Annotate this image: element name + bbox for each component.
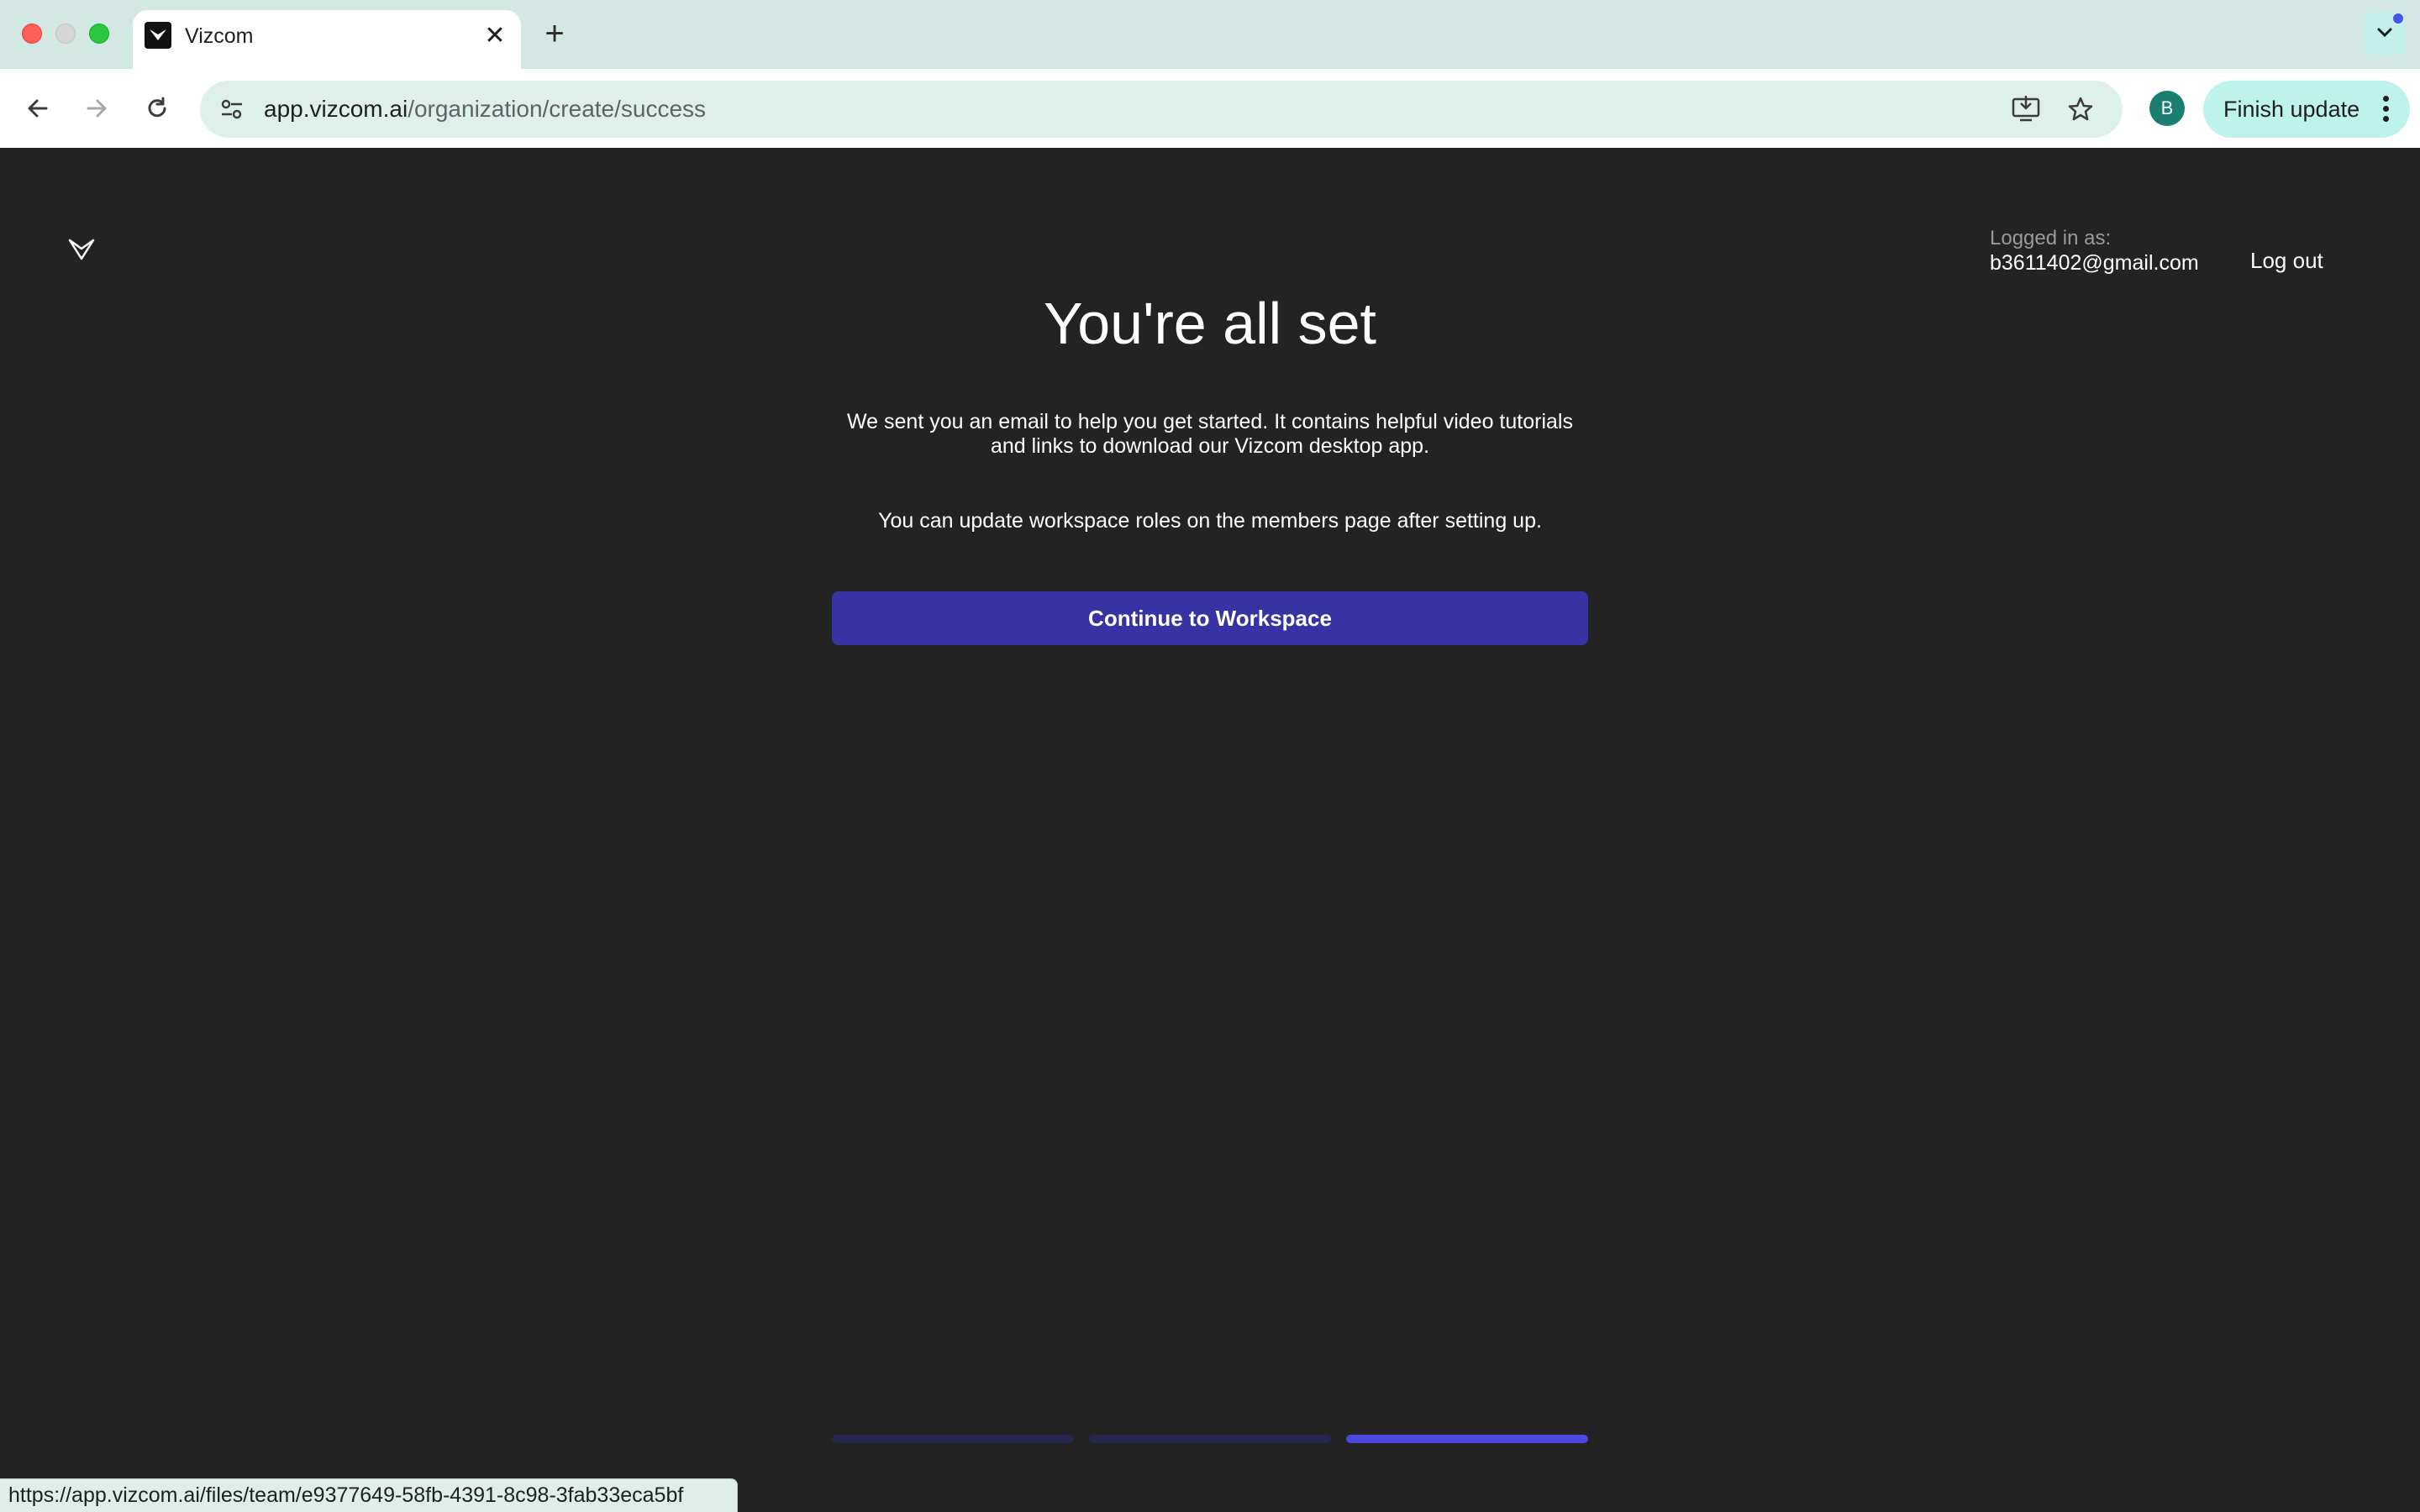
- bookmark-button[interactable]: [2064, 92, 2097, 126]
- finish-update-label: Finish update: [2223, 97, 2360, 122]
- tab-close-icon[interactable]: ✕: [481, 22, 509, 50]
- progress-step-1: [832, 1435, 1074, 1443]
- vizcom-logo-icon[interactable]: [67, 237, 96, 262]
- reload-icon: [148, 97, 166, 118]
- arrow-left-icon: [28, 99, 48, 118]
- account-email: b3611402@gmail.com: [1990, 251, 2199, 275]
- arrow-right-icon: [87, 99, 107, 118]
- finish-update-button[interactable]: Finish update: [2203, 81, 2410, 138]
- address-bar[interactable]: app.vizcom.ai/organization/create/succes…: [200, 81, 2123, 138]
- status-bar-url: https://app.vizcom.ai/files/team/e937764…: [0, 1478, 738, 1512]
- url-path: /organization/create/success: [408, 96, 707, 122]
- window-minimize-button[interactable]: [55, 24, 76, 44]
- tab-title: Vizcom: [185, 24, 254, 48]
- notification-dot-icon: [2393, 13, 2403, 24]
- install-app-icon: [2012, 96, 2040, 122]
- progress-step-3: [1346, 1435, 1588, 1443]
- logout-button[interactable]: Log out: [2250, 247, 2323, 274]
- roles-message: You can update workspace roles on the me…: [878, 509, 1542, 533]
- logged-in-caption: Logged in as:: [1990, 227, 2112, 249]
- browser-toolbar: app.vizcom.ai/organization/create/succes…: [0, 69, 2420, 148]
- star-icon: [2068, 97, 2093, 121]
- window-close-button[interactable]: [22, 24, 42, 44]
- tune-icon: [221, 99, 242, 119]
- email-sent-message: We sent you an email to help you get sta…: [807, 410, 1613, 459]
- email-sent-message-line-2: and links to download our Vizcom desktop…: [990, 434, 1430, 458]
- page-title: You're all set: [1043, 291, 1377, 356]
- chevron-down-icon: [2377, 28, 2392, 38]
- browser-tab-active[interactable]: Vizcom ✕: [133, 10, 521, 69]
- more-options-icon[interactable]: [2383, 96, 2390, 123]
- reload-button[interactable]: [136, 87, 178, 129]
- continue-to-workspace-button[interactable]: Continue to Workspace: [832, 591, 1588, 645]
- profile-avatar[interactable]: B: [2149, 91, 2185, 126]
- progress-step-2: [1089, 1435, 1331, 1443]
- new-tab-button[interactable]: +: [538, 15, 571, 52]
- vizcom-favicon-icon: [145, 22, 171, 49]
- page-content: Logged in as: b3611402@gmail.com Log out…: [0, 148, 2420, 1512]
- tab-search-button[interactable]: [2365, 12, 2405, 55]
- forward-button[interactable]: [76, 87, 118, 129]
- url-text[interactable]: app.vizcom.ai/organization/create/succes…: [264, 95, 706, 123]
- site-info-button[interactable]: [213, 91, 250, 128]
- url-host: app.vizcom.ai: [264, 96, 408, 122]
- account-info: Logged in as: b3611402@gmail.com: [1990, 227, 2242, 276]
- back-button[interactable]: [17, 87, 59, 129]
- window-maximize-button[interactable]: [89, 24, 109, 44]
- browser-tab-strip: Vizcom ✕ +: [0, 0, 2420, 69]
- install-app-button[interactable]: [2008, 92, 2042, 126]
- email-sent-message-line-1: We sent you an email to help you get sta…: [847, 410, 1573, 433]
